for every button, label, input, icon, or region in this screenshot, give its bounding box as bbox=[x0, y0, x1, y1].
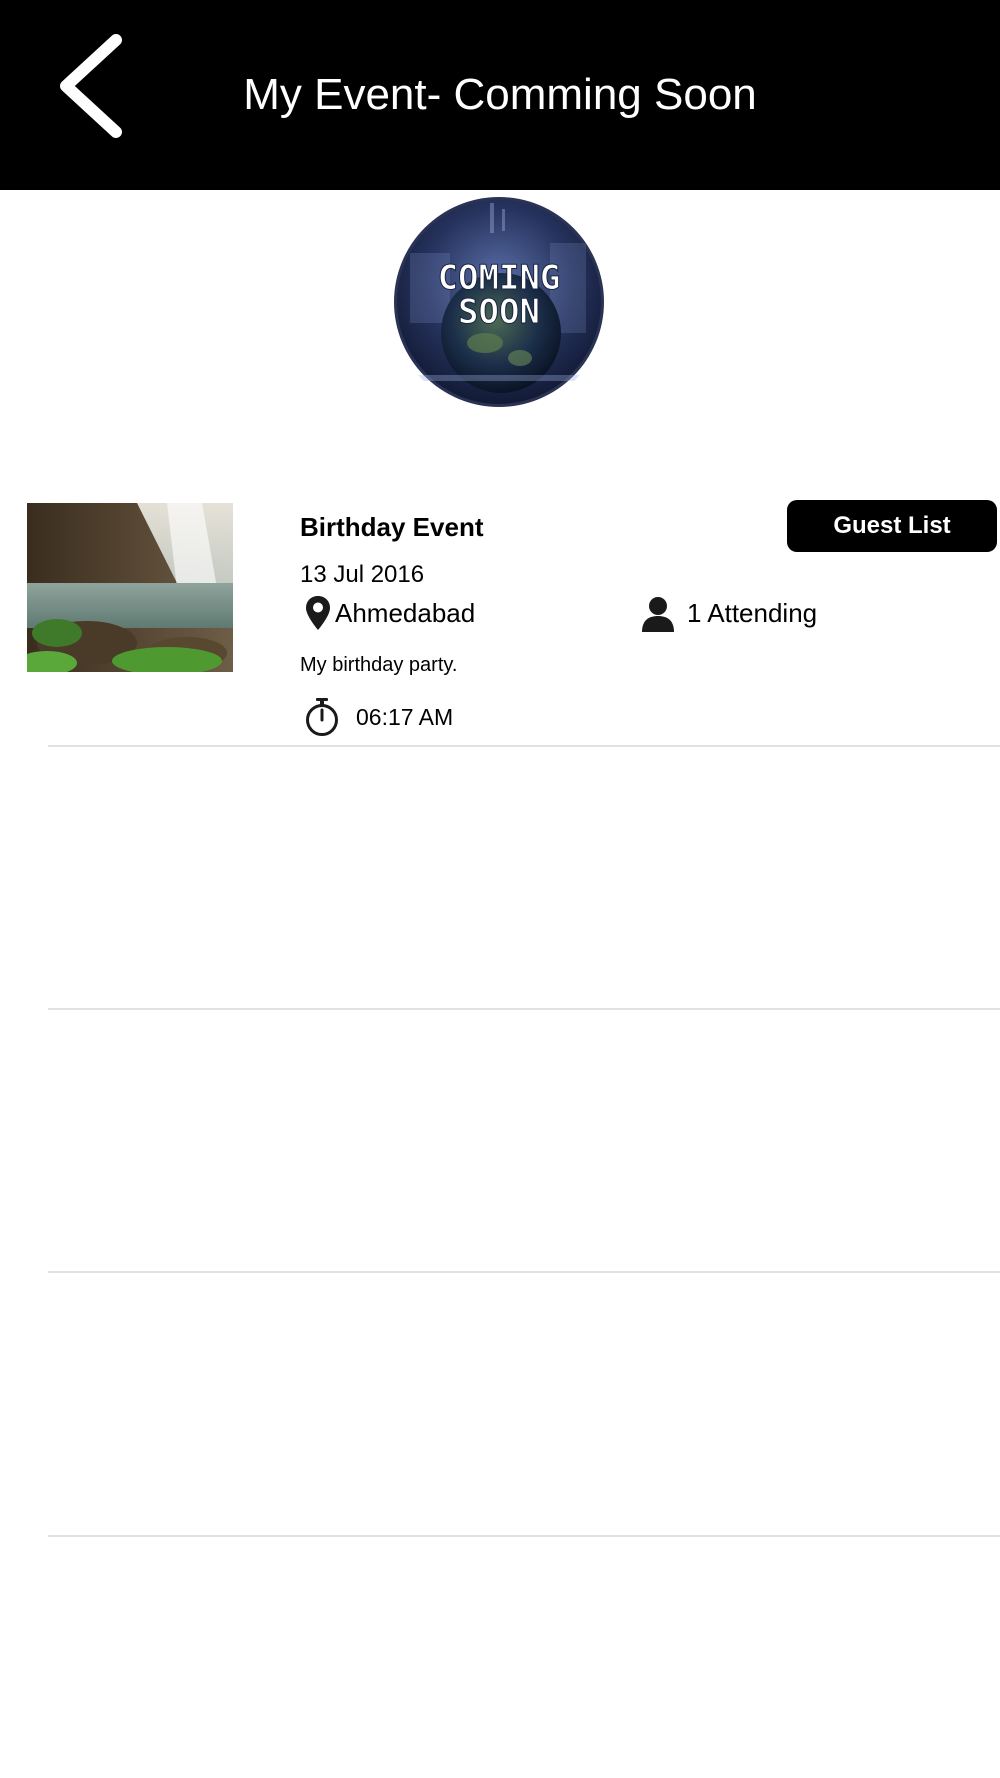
list-divider bbox=[48, 1271, 1000, 1273]
header-bar: My Event- Comming Soon bbox=[0, 0, 1000, 190]
event-thumbnail[interactable] bbox=[27, 503, 233, 672]
stopwatch-icon bbox=[306, 698, 338, 736]
person-icon bbox=[642, 597, 674, 632]
guest-list-button[interactable]: Guest List bbox=[787, 500, 997, 552]
list-divider bbox=[48, 745, 1000, 747]
coming-soon-badge: COMING SOON bbox=[390, 193, 608, 411]
event-title[interactable]: Birthday Event bbox=[300, 510, 484, 544]
page-title: My Event- Comming Soon bbox=[243, 70, 757, 119]
event-time: 06:17 AM bbox=[356, 704, 454, 730]
map-pin-icon bbox=[306, 596, 330, 630]
attending-count: 1 Attending bbox=[687, 598, 818, 628]
event-date: 13 Jul 2016 bbox=[300, 561, 425, 588]
list-divider bbox=[48, 1008, 1000, 1010]
event-location: Ahmedabad bbox=[335, 598, 476, 628]
list-divider bbox=[48, 1535, 1000, 1537]
badge-line2: SOON bbox=[458, 292, 540, 332]
event-description: My birthday party. bbox=[300, 654, 458, 676]
